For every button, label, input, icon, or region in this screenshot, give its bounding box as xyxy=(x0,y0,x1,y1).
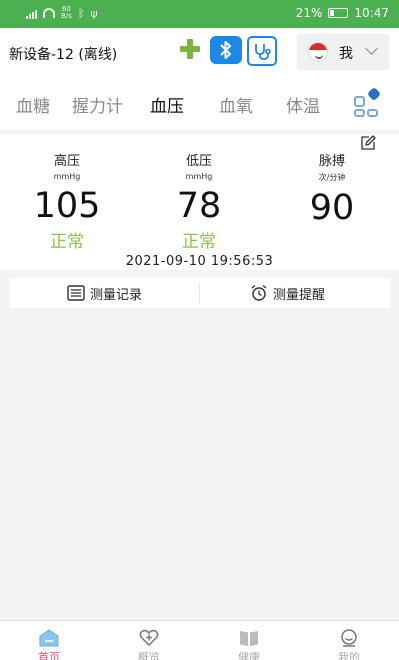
bluetooth-status-icon: ᛒ xyxy=(77,6,85,20)
diastolic-unit: mmHg xyxy=(185,172,213,181)
systolic-unit: mmHg xyxy=(53,172,81,181)
diastolic-label: 低压 xyxy=(185,154,212,169)
more-apps-icon[interactable] xyxy=(354,86,384,117)
blood-pressure-panel: 高压 mmHg 105 正常 低压 mmHg 78 正常 脉搏 次/分钟 90 … xyxy=(0,134,399,270)
profile-icon xyxy=(341,629,357,647)
diastolic-value: 78 xyxy=(176,186,222,226)
measurement-reminder-button[interactable]: 测量提醒 xyxy=(250,278,325,308)
measurement-reminder-label: 测量提醒 xyxy=(273,287,326,303)
pulse-reading: 脉搏 次/分钟 90 xyxy=(277,150,387,227)
battery-icon xyxy=(328,8,349,18)
book-icon xyxy=(240,631,258,646)
systolic-status: 正常 xyxy=(50,232,84,252)
nav-profile-label: 我的 xyxy=(338,651,360,660)
alarm-clock-icon xyxy=(251,284,267,301)
stethoscope-icon xyxy=(255,44,271,60)
measurement-tabs: 血糖 握力计 血压 血氧 体温 xyxy=(0,76,399,130)
measurement-records-button[interactable]: 测量记录 xyxy=(67,278,142,308)
tab-grip-strength[interactable]: 握力计 xyxy=(72,92,123,117)
diastolic-status: 正常 xyxy=(182,232,216,252)
measurement-records-label: 测量记录 xyxy=(90,287,143,303)
systolic-label: 高压 xyxy=(53,154,80,169)
tab-blood-glucose[interactable]: 血糖 xyxy=(16,92,50,117)
systolic-reading: 高压 mmHg 105 正常 xyxy=(12,150,122,252)
nav-home-label: 首页 xyxy=(38,651,60,660)
pulse-value: 90 xyxy=(309,188,355,228)
systolic-value: 105 xyxy=(33,186,101,226)
measurement-timestamp: 2021-09-10 19:56:53 xyxy=(125,254,274,269)
tab-temperature[interactable]: 体温 xyxy=(286,92,320,117)
usb-icon: ψ xyxy=(90,6,98,20)
edit-icon[interactable] xyxy=(360,135,376,151)
network-speed: 60 B/s xyxy=(61,5,72,20)
status-icons-right: 21% 10:47 xyxy=(296,6,389,20)
action-divider xyxy=(199,283,200,303)
heart-plus-icon xyxy=(139,629,159,647)
user-menu[interactable]: 我 xyxy=(297,34,389,70)
wifi-icon xyxy=(43,8,55,18)
status-icons-left: 60 B/s ᛒ ψ xyxy=(26,6,98,20)
nav-profile[interactable]: 我的 xyxy=(319,621,379,660)
action-bar: 测量记录 测量提醒 xyxy=(10,278,390,308)
nav-health-label: 健康 xyxy=(238,651,260,660)
nav-health[interactable]: 健康 xyxy=(219,621,279,660)
add-device-button[interactable] xyxy=(179,38,201,60)
signal-icon xyxy=(26,8,37,19)
pulse-unit: 次/分钟 xyxy=(318,173,346,182)
bottom-navigation: 首页 概览 健康 我的 xyxy=(0,620,399,660)
user-menu-label: 我 xyxy=(339,46,353,62)
device-title[interactable]: 新设备-12 (离线) xyxy=(9,44,117,64)
battery-percent: 21% xyxy=(295,6,323,20)
bluetooth-button[interactable] xyxy=(210,36,242,64)
list-icon xyxy=(67,285,85,301)
tab-blood-oxygen[interactable]: 血氧 xyxy=(219,92,253,117)
clock: 10:47 xyxy=(354,6,389,20)
nav-overview-label: 概览 xyxy=(138,651,160,660)
bluetooth-icon xyxy=(220,41,231,59)
avatar xyxy=(308,42,328,62)
nav-home[interactable]: 首页 xyxy=(19,621,79,660)
device-check-button[interactable] xyxy=(247,36,277,66)
home-icon xyxy=(39,629,59,647)
status-bar: 60 B/s ᛒ ψ 21% 10:47 xyxy=(0,0,399,28)
pulse-label: 脉搏 xyxy=(318,154,345,169)
app-header: 新设备-12 (离线) 我 xyxy=(0,28,399,76)
chevron-down-icon xyxy=(365,42,378,55)
tab-blood-pressure[interactable]: 血压 xyxy=(150,92,184,117)
diastolic-reading: 低压 mmHg 78 正常 xyxy=(144,150,254,252)
nav-overview[interactable]: 概览 xyxy=(119,621,179,660)
